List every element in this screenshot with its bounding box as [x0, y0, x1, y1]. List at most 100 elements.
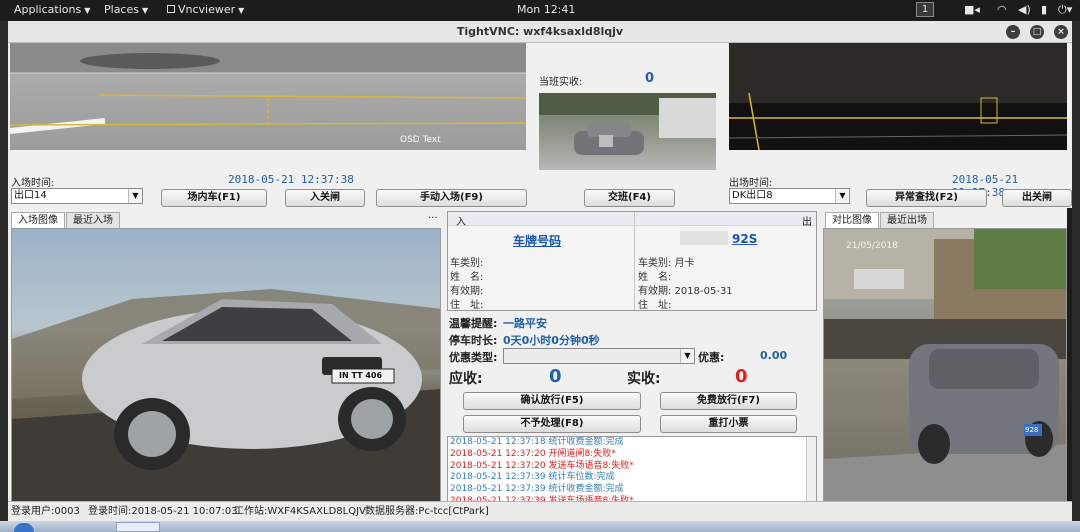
log-entry: 2018-05-21 12:37:20 发送车场语音8:失败*: [450, 460, 634, 471]
tab-recent-exit[interactable]: 最近出场: [880, 212, 934, 229]
camera-icon[interactable]: ■◂: [964, 3, 980, 16]
exit-car-image: [824, 229, 1066, 511]
in-field-valid: 有效期:: [450, 286, 484, 297]
power-menu-icon[interactable]: ⏻▾: [1058, 3, 1072, 17]
minimize-icon[interactable]: –: [1006, 25, 1020, 39]
chevron-down-icon: ▼: [680, 349, 694, 363]
exit-time-label: 出场时间:: [729, 178, 773, 189]
osd-text: OSD Text: [400, 135, 441, 145]
exit-gate-value: DK出口8: [732, 190, 773, 201]
in-field-address: 住 址:: [450, 300, 484, 311]
window-titlebar: TightVNC: wxf4ksaxld8lqjv – □ ×: [8, 21, 1072, 43]
free-release-button[interactable]: 免费放行(F7): [660, 392, 797, 410]
chevron-down-icon: ▼: [128, 189, 142, 203]
discount-type-select[interactable]: ▼: [503, 348, 695, 364]
close-icon[interactable]: ×: [1054, 25, 1068, 39]
status-login-time: 登录时间:2018-05-21 10:07:03: [88, 506, 238, 517]
tab-entry-image[interactable]: 入场图像: [11, 212, 65, 229]
wifi-icon[interactable]: ◠: [997, 3, 1007, 16]
chevron-down-icon: ▼: [84, 6, 91, 15]
entry-gate-value: 出口14: [14, 190, 47, 201]
tip-label: 温馨提醒:: [449, 317, 498, 330]
out-plate-link[interactable]: 92S: [732, 232, 757, 246]
window-edge-bar: [1067, 208, 1072, 512]
vnc-app-icon: [167, 5, 175, 13]
chevron-down-icon: ▼: [835, 189, 849, 203]
out-field-address: 住 址:: [638, 300, 672, 311]
status-user: 登录用户:0003: [11, 506, 80, 517]
plate-info-panel: 入 出 车牌号码 92S 车类别: 姓 名: 有效期: 住 址: 车类别: 月卡…: [447, 211, 817, 311]
handover-button[interactable]: 交班(F4): [584, 189, 675, 207]
received-label: 实收:: [627, 371, 661, 387]
discount-type-label: 优惠类型:: [449, 351, 498, 364]
center-camera-feed: [539, 93, 716, 170]
duration-value: 0天0小时0分钟0秒: [503, 334, 600, 347]
status-db-server: 数据服务器:Pc-tcc[CtPark]: [365, 506, 489, 517]
entry-camera-image: [10, 43, 526, 134]
in-label: 入: [456, 217, 466, 228]
exit-camera-image: [729, 43, 1067, 150]
car-image-small: [539, 93, 716, 155]
in-plate-link[interactable]: 车牌号码: [513, 232, 561, 249]
windows-taskbar: [0, 521, 1080, 532]
chevron-down-icon: ▼: [141, 6, 149, 15]
reprint-ticket-button[interactable]: 重打小票: [660, 415, 797, 433]
entry-gate-select[interactable]: 出口14 ▼: [11, 188, 143, 204]
out-field-type: 车类别: 月卡: [638, 258, 695, 269]
battery-icon[interactable]: ▮: [1041, 3, 1047, 16]
discount-value: 0.00: [760, 349, 788, 362]
applications-menu[interactable]: Applications ▼: [14, 3, 90, 16]
out-field-valid: 有效期: 2018-05-31: [638, 286, 733, 297]
reject-button[interactable]: 不予处理(F8): [463, 415, 641, 433]
entry-time-value: 2018-05-21 12:37:38: [228, 173, 354, 186]
exit-gate-close-button[interactable]: 出关闸: [1002, 189, 1072, 207]
camera-timestamp: 21/05/2018: [846, 241, 898, 251]
places-label: Places: [104, 3, 139, 16]
confirm-release-button[interactable]: 确认放行(F5): [463, 392, 641, 410]
entry-camera-feed: OSD Text: [10, 43, 526, 150]
out-label: 出: [802, 217, 812, 228]
manual-entry-button[interactable]: 手动入场(F9): [376, 189, 527, 207]
clock[interactable]: Mon 12:41: [517, 3, 575, 16]
taskbar-app-icon[interactable]: [116, 522, 160, 532]
discount-label: 优惠:: [698, 351, 725, 364]
tab-compare-image[interactable]: 对比图像: [825, 212, 879, 229]
vncviewer-label: Vncviewer: [178, 3, 236, 16]
status-bar: 登录用户:0003 登录时间:2018-05-21 10:07:03 工作站:W…: [8, 501, 1072, 521]
tip-value: 一路平安: [503, 317, 547, 330]
exit-camera-feed: [729, 43, 1067, 150]
vnc-window: TightVNC: wxf4ksaxld8lqjv – □ × OSD Text…: [8, 21, 1072, 532]
parking-app: OSD Text 当班实收: 0 入场时间: 2018-05-21 12:37:…: [8, 43, 1072, 515]
exit-gate-select[interactable]: DK出口8 ▼: [729, 188, 850, 204]
plate-overlay: IN TT 406: [339, 371, 383, 380]
places-menu[interactable]: Places ▼: [104, 3, 148, 16]
entry-time-label: 入场时间:: [11, 178, 55, 189]
small-plate: 928: [1025, 426, 1039, 434]
entry-gate-close-button[interactable]: 入关闸: [285, 189, 365, 207]
log-entry: 2018-05-21 12:37:39 统计车位数:完成: [450, 472, 615, 483]
entry-image-pane: IN TT 406: [11, 228, 441, 512]
shift-received-label: 当班实收:: [539, 77, 583, 88]
inner-car-button[interactable]: 场内车(F1): [161, 189, 267, 207]
divider: [634, 212, 635, 310]
log-entry: 2018-05-21 12:37:39 统计收费金额:完成: [450, 484, 624, 495]
more-icon[interactable]: ...: [428, 210, 438, 221]
abnormal-search-button[interactable]: 异常查找(F2): [866, 189, 987, 207]
status-workstation: 工作站:WXF4KSAXLD8LQJV: [234, 506, 366, 517]
exit-image-pane: 21/05/2018 928: [823, 228, 1067, 512]
applications-label: Applications: [14, 3, 82, 16]
workspace-indicator[interactable]: 1: [916, 2, 934, 17]
duration-label: 停车时长:: [449, 334, 498, 347]
vncviewer-menu[interactable]: Vncviewer ▼: [167, 3, 244, 16]
chevron-down-icon: ▼: [238, 6, 245, 15]
plate-redaction: [680, 231, 728, 245]
maximize-icon[interactable]: □: [1030, 25, 1044, 39]
shift-received-value: 0: [645, 71, 655, 86]
out-field-name: 姓 名:: [638, 272, 672, 283]
tab-recent-entry[interactable]: 最近入场: [66, 212, 120, 229]
start-button-icon[interactable]: [14, 523, 34, 532]
volume-icon[interactable]: ◀): [1018, 3, 1031, 16]
system-top-bar: Applications ▼ Places ▼ Vncviewer ▼ Mon 12:…: [0, 0, 1080, 21]
in-field-name: 姓 名:: [450, 272, 484, 283]
received-value: 0: [735, 366, 748, 387]
